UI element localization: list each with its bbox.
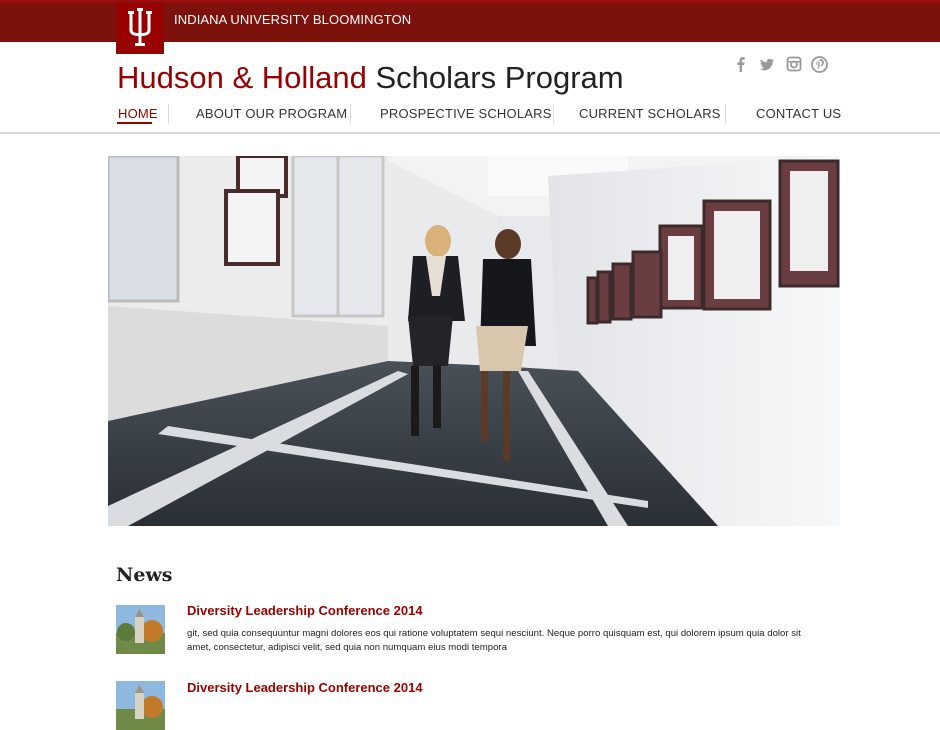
nav-home[interactable]: HOME bbox=[118, 106, 158, 121]
nav-current-scholars[interactable]: CURRENT SCHOLARS bbox=[579, 106, 721, 121]
news-thumbnail[interactable] bbox=[116, 605, 165, 654]
nav-divider bbox=[168, 104, 169, 124]
news-item-body: git, sed quia consequuntur magni dolores… bbox=[187, 628, 801, 653]
iu-trident-logo[interactable] bbox=[117, 3, 163, 53]
nav-divider bbox=[725, 104, 726, 124]
news-item-title[interactable]: Diversity Leadership Conference 2014 bbox=[187, 680, 423, 695]
news-heading: News bbox=[116, 564, 173, 586]
instagram-icon[interactable] bbox=[786, 56, 802, 72]
hero-image bbox=[108, 156, 840, 526]
university-name[interactable]: INDIANA UNIVERSITY BLOOMINGTON bbox=[174, 12, 411, 27]
site-title-rest: Scholars Program bbox=[366, 60, 624, 95]
site-title[interactable]: Hudson & Holland Scholars Program bbox=[117, 60, 624, 96]
nav-about-our-program[interactable]: ABOUT OUR PROGRAM bbox=[196, 106, 347, 121]
news-thumbnail[interactable] bbox=[116, 681, 165, 730]
nav-divider-rule bbox=[0, 132, 940, 134]
pinterest-icon[interactable] bbox=[811, 56, 828, 73]
nav-contact-us[interactable]: CONTACT US bbox=[756, 106, 841, 121]
nav-active-underline bbox=[117, 122, 152, 124]
twitter-icon[interactable] bbox=[759, 56, 775, 72]
facebook-icon[interactable] bbox=[734, 56, 748, 72]
nav-divider bbox=[553, 104, 554, 124]
site-title-red: Hudson & Holland bbox=[117, 60, 367, 95]
news-item-title[interactable]: Diversity Leadership Conference 2014 bbox=[187, 603, 423, 618]
nav-divider bbox=[350, 104, 351, 124]
nav-prospective-scholars[interactable]: PROSPECTIVE SCHOLARS bbox=[380, 106, 552, 121]
